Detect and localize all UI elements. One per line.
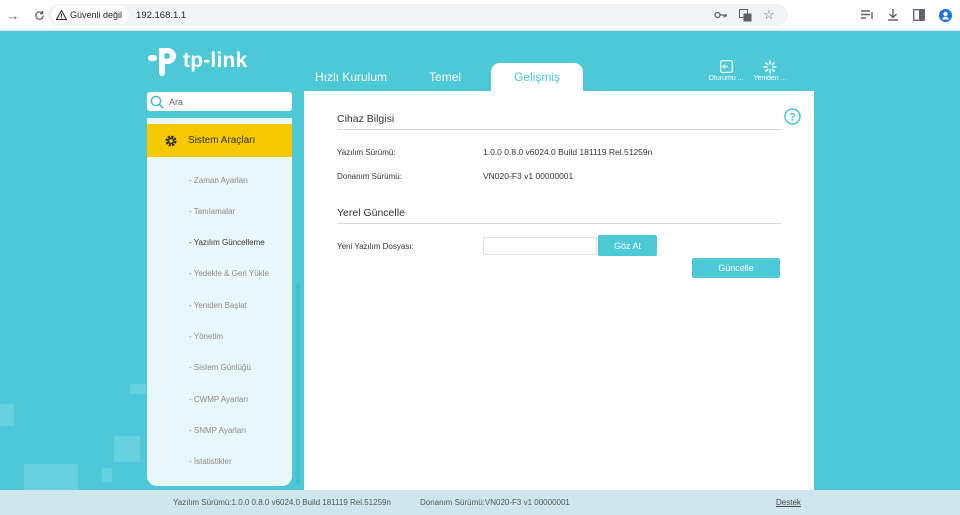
tp-link-logo: tp-link: [146, 46, 247, 76]
logout-icon: [719, 60, 733, 73]
search-input[interactable]: Ara: [147, 92, 292, 111]
reboot-button[interactable]: Yeniden ...: [748, 59, 792, 82]
hardware-version-label: Donanım Sürümü:: [337, 172, 402, 181]
forward-icon[interactable]: →: [4, 6, 22, 24]
tab-advanced[interactable]: Gelişmiş: [491, 63, 584, 91]
sidebar-item-diagnostics[interactable]: - Tanılamalar: [189, 207, 235, 216]
tab-quick-setup[interactable]: Hızlı Kurulum: [300, 63, 402, 91]
sidebar-item-time-settings[interactable]: - Zaman Ayarları: [189, 176, 248, 185]
sidebar-item-administration[interactable]: - Yönetim: [189, 332, 223, 341]
translate-icon[interactable]: [738, 8, 752, 22]
media-icon[interactable]: [860, 8, 874, 22]
sidebar-item-snmp[interactable]: - SNMP Ayarları: [189, 426, 246, 435]
main-panel: ? Cihaz Bilgisi Yazılım Sürümü: 1.0.0 0.…: [304, 91, 814, 511]
sidebar-item-reboot[interactable]: - Yeniden Başlat: [189, 301, 247, 310]
tp-link-logo-icon: [148, 48, 176, 76]
background-square: [130, 384, 146, 394]
logo-text: tp-link: [183, 49, 248, 72]
profile-icon[interactable]: [938, 8, 952, 22]
footer-hardware-version: Donanım Sürümü:VN020-F3 v1 00000001: [420, 498, 570, 507]
device-info-title: Cihaz Bilgisi: [337, 113, 395, 125]
divider: [337, 129, 781, 130]
tab-basic[interactable]: Temel: [414, 63, 476, 91]
search-icon: [150, 95, 164, 109]
divider: [337, 223, 781, 224]
url-text[interactable]: 192.168.1.1: [136, 10, 186, 21]
logout-button[interactable]: Oturumu ...: [704, 59, 748, 82]
main-tabs: Hızlı Kurulum Temel Gelişmiş: [300, 63, 584, 91]
sidebar-item-firmware-upgrade[interactable]: - Yazılım Güncelleme: [189, 238, 265, 247]
footer: Yazılım Sürümü:1.0.0 0.8.0 v6024.0 Build…: [0, 490, 960, 515]
upgrade-button[interactable]: Güncelle: [692, 258, 780, 278]
browse-button[interactable]: Göz At: [598, 235, 657, 256]
local-update-title: Yerel Güncelle: [337, 207, 405, 219]
new-firmware-file-label: Yeni Yazılım Dosyası:: [337, 242, 414, 251]
sidepanel-icon[interactable]: [912, 8, 926, 22]
hardware-version-value: VN020-F3 v1 00000001: [483, 171, 574, 181]
search-placeholder: Ara: [169, 96, 184, 107]
background-square: [0, 404, 14, 426]
key-icon[interactable]: [714, 8, 728, 22]
star-icon[interactable]: ☆: [762, 7, 776, 22]
reload-icon[interactable]: [30, 6, 48, 24]
sidebar-item-statistics[interactable]: - İstatistikler: [189, 457, 232, 466]
security-chip[interactable]: Güvenli değil: [51, 6, 130, 24]
reboot-icon: [763, 59, 777, 74]
sidebar: Sistem Araçları - Zaman Ayarları - Tanıl…: [147, 118, 292, 486]
reboot-label: Yeniden ...: [753, 75, 787, 82]
sidebar-item-system-log[interactable]: - Sistem Günlüğü: [189, 363, 251, 372]
background-square: [114, 436, 140, 462]
warning-icon: [56, 10, 67, 21]
firmware-version-label: Yazılım Sürümü:: [337, 148, 396, 157]
security-label: Güvenli değil: [70, 10, 123, 20]
firmware-version-value: 1.0.0 0.8.0 v6024.0 Build 181119 Rel.512…: [483, 147, 653, 157]
background-square: [102, 468, 112, 482]
browser-toolbar: → Güvenli değil 192.168.1.1 ☆: [0, 0, 960, 31]
sidebar-scrollbar[interactable]: [296, 283, 300, 485]
sidebar-item-system-tools[interactable]: Sistem Araçları: [147, 124, 292, 157]
support-link[interactable]: Destek: [776, 498, 801, 507]
footer-firmware-version: Yazılım Sürümü:1.0.0 0.8.0 v6024.0 Build…: [173, 498, 391, 507]
firmware-file-field[interactable]: [483, 237, 597, 255]
logout-label: Oturumu ...: [708, 75, 744, 82]
sidebar-item-backup-restore[interactable]: - Yedekle & Geri Yükle: [189, 269, 269, 278]
sidebar-section-label: Sistem Araçları: [188, 135, 256, 146]
svg-text:?: ?: [789, 112, 796, 124]
gear-icon: [165, 134, 177, 147]
sidebar-item-cwmp[interactable]: - CWMP Ayarları: [189, 395, 248, 404]
download-icon[interactable]: [886, 8, 900, 22]
help-icon[interactable]: ?: [784, 108, 801, 130]
address-bar[interactable]: Güvenli değil 192.168.1.1 ☆: [48, 4, 788, 26]
background-square: [24, 464, 78, 490]
